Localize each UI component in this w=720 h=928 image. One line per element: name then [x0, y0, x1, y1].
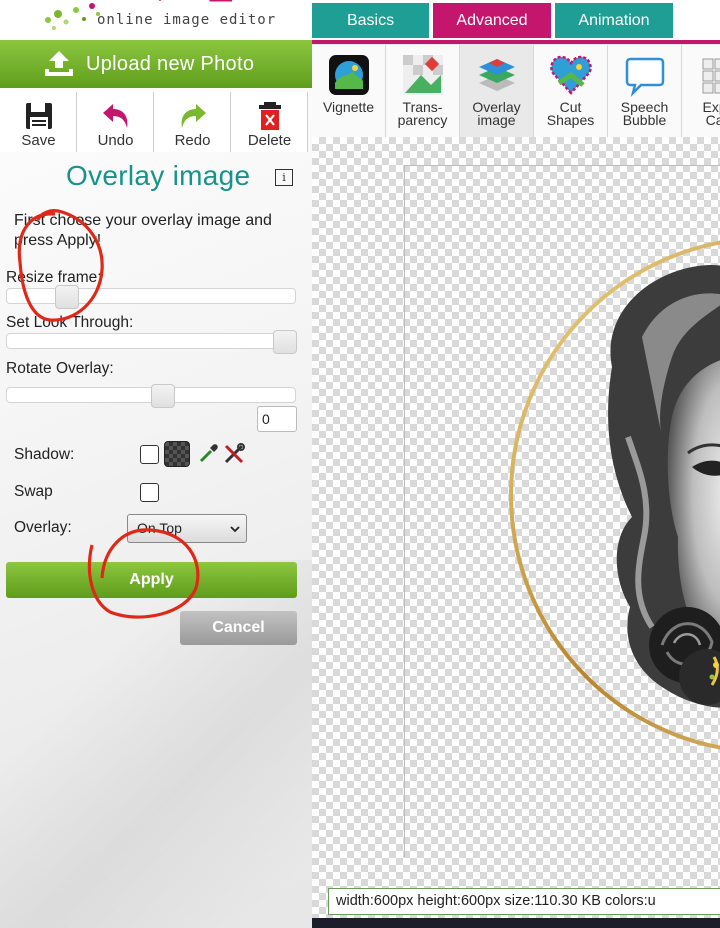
logo[interactable]: online image editor: [0, 0, 312, 40]
save-label: Save: [21, 132, 56, 149]
tab-basics[interactable]: Basics: [312, 3, 429, 38]
redo-label: Redo: [174, 132, 211, 149]
overlay-image-icon: [478, 59, 515, 91]
delete-label: Delete: [247, 132, 292, 149]
vignette-icon: [328, 55, 369, 95]
editor-area: Basics Advanced Animation Vignette Trans…: [312, 0, 720, 928]
left-panel: online image editor Upload new Photo Sav…: [0, 0, 312, 928]
redo-button[interactable]: Redo: [154, 92, 231, 152]
rotate-overlay-label: Rotate Overlay:: [6, 360, 114, 377]
shadow-color-swatch[interactable]: [164, 441, 190, 467]
effect-label: Trans- parency: [397, 99, 448, 128]
look-through-label: Set Look Through:: [6, 314, 134, 331]
effect-label: Cut Shapes: [546, 99, 595, 128]
info-icon[interactable]: i: [275, 169, 293, 186]
wrench-screwdriver-icon[interactable]: [222, 442, 246, 466]
overlay-mode-label: Overlay:: [14, 519, 72, 536]
image-canvas[interactable]: width:600px height:600px size:110.30 KB …: [312, 137, 720, 928]
shadow-checkbox[interactable]: [140, 445, 159, 464]
cancel-button[interactable]: Cancel: [180, 611, 297, 645]
overlay-mode-select[interactable]: On Top: [127, 514, 247, 543]
redo-arrow-icon: [181, 104, 206, 128]
speech-bubble-icon: [625, 57, 664, 97]
cut-shapes-icon: [549, 55, 592, 95]
effects-toolbar: Vignette Trans- parency Overlay image Cu…: [312, 45, 720, 137]
effect-vignette[interactable]: Vignette: [312, 45, 386, 137]
effect-label: Speech Bubble: [620, 99, 669, 128]
effect-label: Overlay image: [472, 99, 521, 128]
save-button[interactable]: Save: [0, 92, 77, 152]
eyedropper-icon[interactable]: [198, 442, 220, 464]
rotate-overlay-thumb[interactable]: [151, 384, 175, 408]
resize-frame-slider[interactable]: [6, 285, 296, 309]
tab-animation[interactable]: Animation: [555, 3, 673, 38]
upload-new-photo-button[interactable]: Upload new Photo: [0, 40, 312, 88]
trash-can-icon: [258, 102, 281, 130]
effect-speech-bubble[interactable]: Speech Bubble: [608, 45, 682, 137]
chevron-down-icon: [230, 526, 240, 533]
effect-expand-canvas[interactable]: Expa Can: [682, 45, 720, 137]
upload-label: Upload new Photo: [86, 52, 255, 75]
overlay-mode-value: On Top: [137, 520, 182, 536]
undo-button[interactable]: Undo: [77, 92, 154, 152]
swap-checkbox[interactable]: [140, 483, 159, 502]
effect-transparency[interactable]: Trans- parency: [386, 45, 460, 137]
tab-advanced[interactable]: Advanced: [433, 3, 551, 38]
floppy-disk-icon: [25, 103, 52, 129]
shadow-label: Shadow:: [14, 446, 75, 463]
swap-label: Swap: [14, 483, 53, 500]
category-tabbar: Basics Advanced Animation: [312, 0, 720, 44]
transparency-icon: [402, 55, 443, 95]
edit-toolbar: Save Undo Redo Delete: [0, 92, 312, 152]
effect-cut-shapes[interactable]: Cut Shapes: [534, 45, 608, 137]
expand-canvas-icon: [702, 58, 720, 94]
resize-frame-thumb[interactable]: [55, 285, 79, 309]
apply-button[interactable]: Apply: [6, 562, 297, 598]
effect-label: Expa Can: [702, 99, 720, 128]
upload-icon: [45, 51, 73, 76]
effect-overlay-image[interactable]: Overlay image: [460, 45, 534, 137]
logo-wordmark-icon: [158, 0, 232, 2]
rotate-value-input[interactable]: 0: [257, 406, 297, 432]
logo-text: online image editor: [97, 12, 277, 28]
instructions-text: First choose your overlay image and pres…: [14, 212, 272, 249]
bottom-strip: [312, 918, 720, 928]
panel-title: Overlay image: [66, 160, 251, 191]
logo-splash-icon: [45, 3, 100, 30]
delete-button[interactable]: Delete: [231, 92, 308, 152]
look-through-slider[interactable]: [6, 330, 297, 354]
look-through-thumb[interactable]: [273, 330, 297, 354]
rotate-overlay-slider[interactable]: [6, 384, 296, 408]
portrait-image: [509, 240, 720, 750]
resize-frame-label: Resize frame:: [6, 269, 102, 286]
effect-label: Vignette: [322, 99, 375, 115]
image-info-status: width:600px height:600px size:110.30 KB …: [328, 888, 720, 915]
undo-label: Undo: [97, 132, 134, 149]
undo-arrow-icon: [102, 104, 127, 128]
